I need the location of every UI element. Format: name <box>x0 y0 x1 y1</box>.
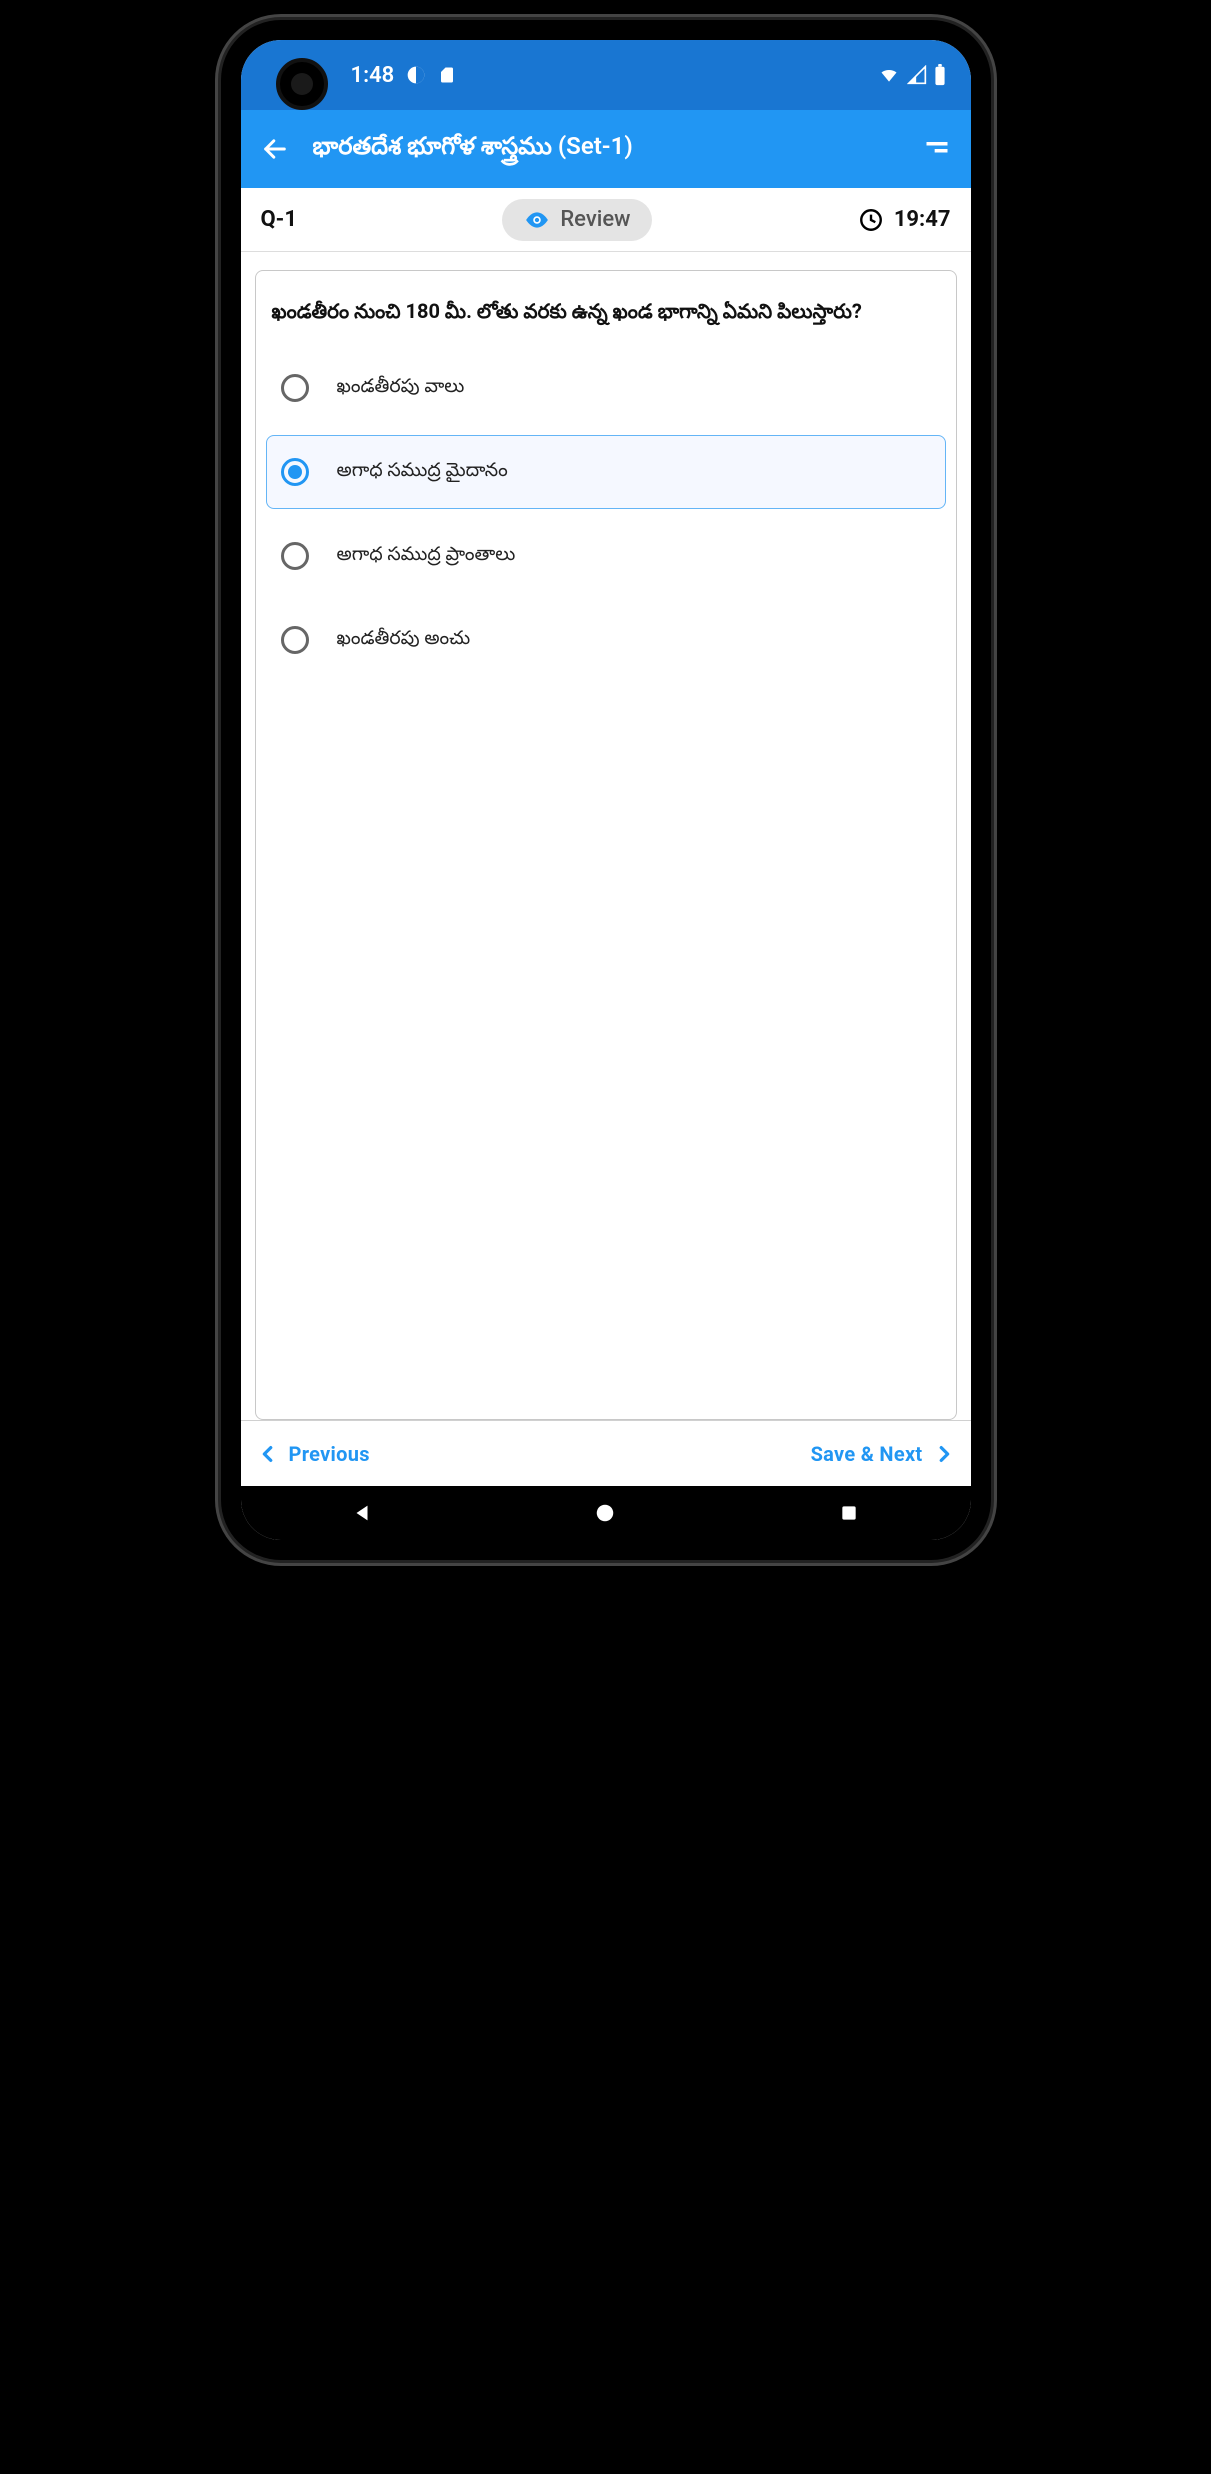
previous-button[interactable]: Previous <box>257 1442 370 1466</box>
review-toggle[interactable]: Review <box>502 199 652 241</box>
front-camera <box>276 58 328 110</box>
wifi-icon <box>877 65 901 85</box>
phone-screen: 1:48 <box>241 40 971 1540</box>
filter-menu-button[interactable] <box>923 135 951 163</box>
question-text: ఖండతీరం నుంచి 180 మీ. లోతు వరకు ఉన్న ఖండ… <box>266 295 946 351</box>
answer-option-4[interactable]: ఖండతీరపు అంచు <box>266 603 946 677</box>
nav-home-button[interactable] <box>592 1500 618 1526</box>
status-time: 1:48 <box>351 63 395 88</box>
option-label: అగాధ సముద్ర ప్రాంతాలు <box>337 542 516 570</box>
previous-label: Previous <box>289 1442 370 1466</box>
nav-recent-button[interactable] <box>836 1500 862 1526</box>
app-bar: భారతదేశ భూగోళ శాస్త్రము (Set-1) <box>241 110 971 188</box>
page-title: భారతదేశ భూగోళ శాస్త్రము (Set-1) <box>313 132 899 166</box>
back-button[interactable] <box>261 135 289 163</box>
sd-card-icon <box>438 65 456 85</box>
radio-icon <box>281 458 309 486</box>
radio-icon <box>281 626 309 654</box>
option-label: ఖండతీరపు అంచు <box>337 626 471 654</box>
nav-back-button[interactable] <box>349 1500 375 1526</box>
timer-value: 19:47 <box>894 207 951 232</box>
app-indicator-icon <box>406 65 426 85</box>
chevron-right-icon <box>933 1443 955 1465</box>
answer-option-1[interactable]: ఖండతీరపు వాలు <box>266 351 946 425</box>
question-info-strip: Q-1 Review 19:47 <box>241 188 971 252</box>
battery-icon <box>933 64 947 86</box>
timer: 19:47 <box>858 207 951 233</box>
status-left: 1:48 <box>351 63 457 88</box>
content-area: ఖండతీరం నుంచి 180 మీ. లోతు వరకు ఉన్న ఖండ… <box>241 252 971 1420</box>
android-nav-bar <box>241 1486 971 1540</box>
save-next-label: Save & Next <box>811 1442 923 1466</box>
radio-icon <box>281 374 309 402</box>
answer-option-3[interactable]: అగాధ సముద్ర ప్రాంతాలు <box>266 519 946 593</box>
option-label: అగాధ సముద్ర మైదానం <box>337 458 508 486</box>
clock-icon <box>858 207 884 233</box>
save-next-button[interactable]: Save & Next <box>811 1442 955 1466</box>
eye-icon <box>524 207 550 233</box>
footer-bar: Previous Save & Next <box>241 1420 971 1486</box>
option-label: ఖండతీరపు వాలు <box>337 374 465 402</box>
status-bar: 1:48 <box>241 40 971 110</box>
answer-option-2[interactable]: అగాధ సముద్ర మైదానం <box>266 435 946 509</box>
signal-icon <box>907 65 927 85</box>
radio-icon <box>281 542 309 570</box>
question-card: ఖండతీరం నుంచి 180 మీ. లోతు వరకు ఉన్న ఖండ… <box>255 270 957 1420</box>
status-right <box>877 64 947 86</box>
phone-frame: 1:48 <box>221 20 991 1560</box>
review-label: Review <box>560 207 630 232</box>
chevron-left-icon <box>257 1443 279 1465</box>
question-number: Q-1 <box>261 207 297 232</box>
